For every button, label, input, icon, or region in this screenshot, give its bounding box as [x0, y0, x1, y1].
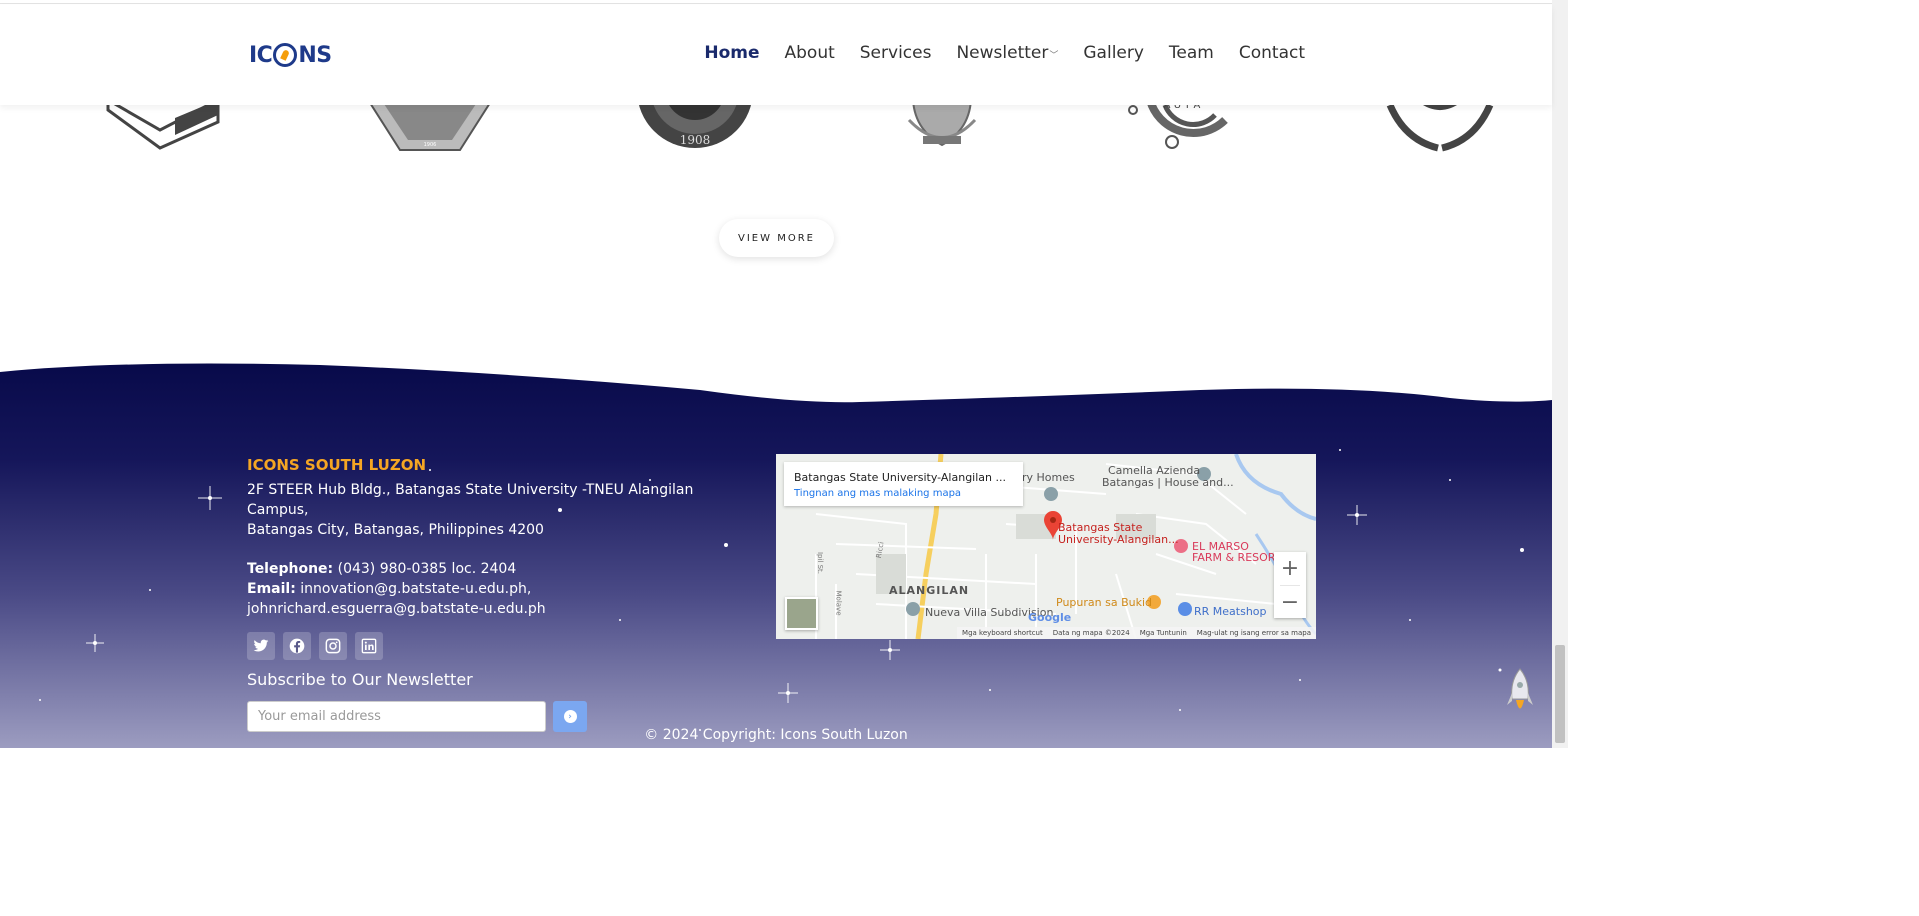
- map-attribution: Mga keyboard shortcut Data ng mapa ©2024…: [957, 627, 1316, 639]
- map-label-ipil: Ipil St.: [816, 551, 825, 575]
- map-label-rr: RR Meatshop: [1194, 605, 1267, 618]
- view-larger-map-link[interactable]: Tingnan ang mas malaking mapa: [794, 488, 1013, 499]
- google-map-embed[interactable]: Camella Azienda Batangas | House and... …: [776, 454, 1316, 639]
- map-label-camella2: Batangas | House and...: [1102, 476, 1234, 489]
- email-value-1: innovation@g.batstate-u.edu.ph,: [300, 581, 532, 597]
- site-footer: ICONS SOUTH LUZON 2F STEER Hub Bldg., Ba…: [0, 360, 1552, 748]
- map-report-error-link[interactable]: Mag-ulat ng isang error sa mapa: [1197, 629, 1311, 637]
- nav-home[interactable]: Home: [704, 43, 759, 63]
- nav-team[interactable]: Team: [1169, 43, 1214, 63]
- subscribe-title: Subscribe to Our Newsletter: [247, 670, 473, 689]
- map-place-title: Batangas State University-Alangilan ...: [794, 471, 1006, 484]
- google-logo: Google: [1028, 611, 1072, 624]
- top-border: [0, 0, 1552, 4]
- main-nav: Home About Services Newsletter﹀ Gallery …: [704, 43, 1305, 63]
- map-label-bsu-2: University-Alangilan...: [1058, 533, 1179, 546]
- map-satellite-toggle[interactable]: [785, 597, 818, 630]
- site-header: IC NS Home About Services Newsletter﹀ Ga…: [0, 5, 1552, 105]
- email-label: Email:: [247, 581, 296, 597]
- map-keyboard-shortcuts[interactable]: Mga keyboard shortcut: [962, 629, 1043, 637]
- logo-rocket-icon: [273, 43, 298, 67]
- map-label-molave: Molave: [834, 590, 843, 616]
- map-label-pupuran: Pupuran sa Bukid: [1056, 596, 1152, 609]
- email-value-2: johnrichard.esguerra@g.batstate-u.edu.ph: [247, 601, 546, 617]
- chevron-down-icon: ﹀: [1049, 51, 1059, 61]
- arrow-right-icon: ›: [563, 710, 577, 723]
- footer-title: ICONS SOUTH LUZON: [247, 456, 427, 474]
- instagram-icon[interactable]: [319, 632, 347, 660]
- logo-text-left: IC: [249, 42, 273, 68]
- zoom-in-button[interactable]: +: [1274, 552, 1306, 585]
- copyright-text: © 2024 Copyright: Icons South Luzon: [644, 727, 908, 743]
- footer-address: 2F STEER Hub Bldg., Batangas State Unive…: [247, 480, 747, 540]
- view-more-button[interactable]: VIEW MORE: [719, 219, 834, 257]
- email-line: Email: innovation@g.batstate-u.edu.ph,: [247, 579, 747, 599]
- linkedin-icon[interactable]: [355, 632, 383, 660]
- address-line-2: Batangas City, Batangas, Philippines 420…: [247, 522, 544, 538]
- telephone-label: Telephone:: [247, 561, 334, 577]
- social-links: [247, 632, 747, 660]
- svg-text:1908: 1908: [680, 133, 711, 147]
- map-label-homes: ry Homes: [1022, 471, 1075, 484]
- nav-contact[interactable]: Contact: [1239, 43, 1305, 63]
- nav-newsletter[interactable]: Newsletter﹀: [956, 43, 1058, 63]
- nav-about[interactable]: About: [785, 43, 835, 63]
- nav-services[interactable]: Services: [860, 43, 932, 63]
- svg-text:1906: 1906: [424, 142, 437, 148]
- scrollbar-thumb[interactable]: [1555, 645, 1565, 743]
- address-line-1: 2F STEER Hub Bldg., Batangas State Unive…: [247, 482, 694, 518]
- map-label-alangilan: ALANGILAN: [889, 584, 970, 597]
- telephone-value: (043) 980-0385 loc. 2404: [337, 561, 517, 577]
- zoom-out-button[interactable]: −: [1274, 586, 1306, 619]
- telephone-line: Telephone: (043) 980-0385 loc. 2404: [247, 559, 747, 579]
- footer-contact-info: ICONS SOUTH LUZON 2F STEER Hub Bldg., Ba…: [247, 456, 747, 732]
- twitter-icon[interactable]: [247, 632, 275, 660]
- back-to-top-rocket-icon[interactable]: [1506, 667, 1534, 719]
- nav-gallery[interactable]: Gallery: [1083, 43, 1144, 63]
- logo-text-right: NS: [298, 42, 332, 68]
- page-scrollbar[interactable]: [1552, 0, 1568, 748]
- facebook-icon[interactable]: [283, 632, 311, 660]
- map-place-card: Batangas State University-Alangilan ... …: [784, 462, 1023, 506]
- map-label-marso-2: FARM & RESORT: [1192, 551, 1282, 564]
- map-zoom-controls: + −: [1274, 552, 1306, 618]
- map-terms-link[interactable]: Mga Tuntunin: [1140, 629, 1187, 637]
- brand-logo[interactable]: IC NS: [249, 41, 332, 69]
- map-data-attribution: Data ng mapa ©2024: [1052, 629, 1130, 637]
- nav-newsletter-label: Newsletter: [956, 43, 1049, 63]
